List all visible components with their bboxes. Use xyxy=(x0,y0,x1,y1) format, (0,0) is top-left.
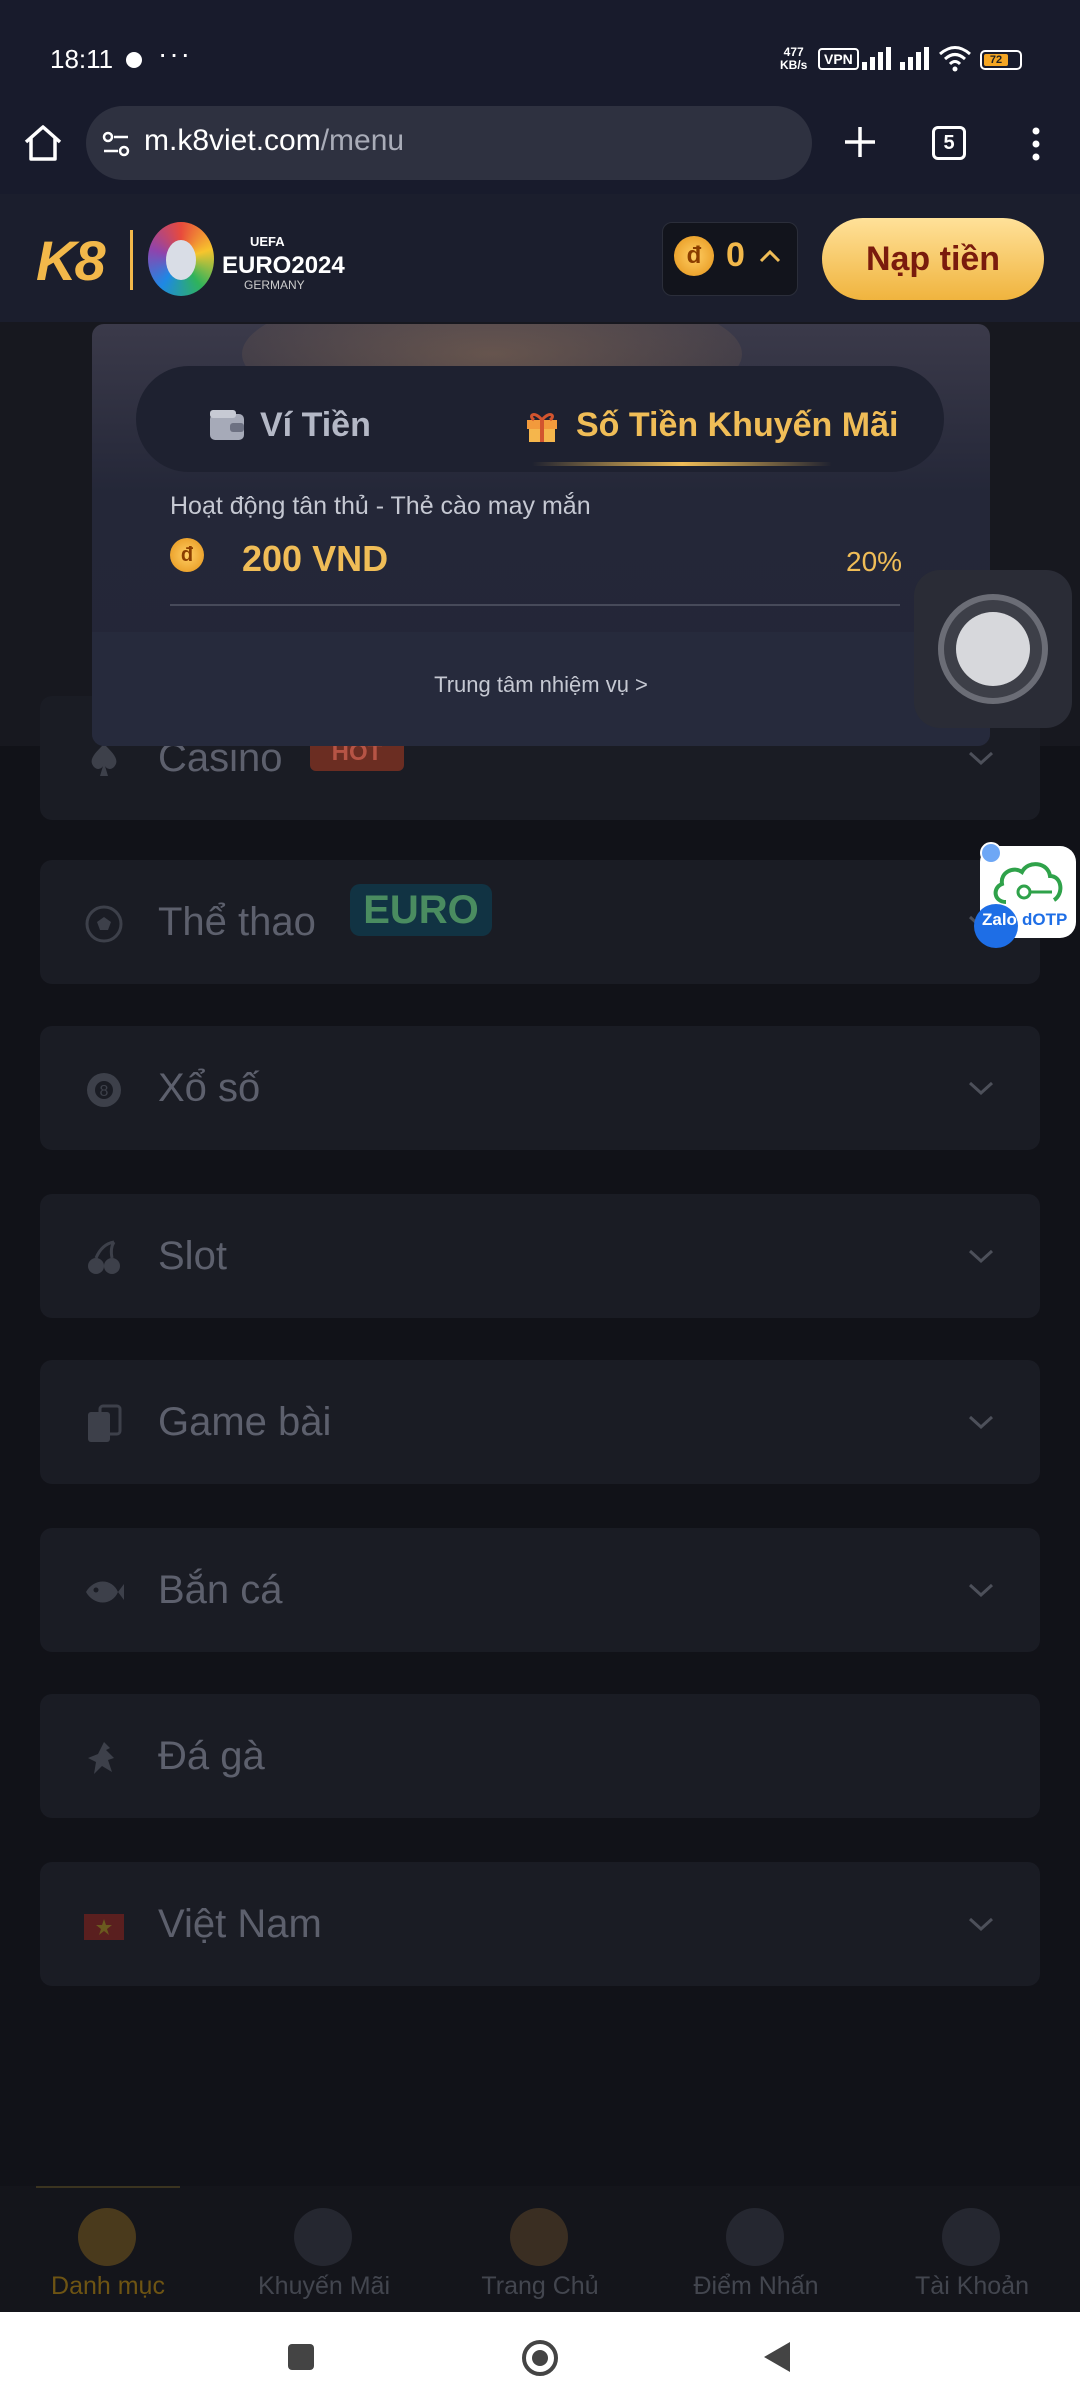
browser-menu-icon[interactable] xyxy=(1024,124,1048,164)
chevron-down-icon xyxy=(968,1583,994,1598)
divider xyxy=(170,604,900,606)
menu-item-label: Việt Nam xyxy=(158,1902,322,1946)
menu-item-ban-ca[interactable]: Bắn cá xyxy=(40,1528,1040,1652)
battery-icon: 72 xyxy=(980,50,1022,70)
chevron-down-icon xyxy=(968,751,994,766)
vpn-icon: VPN xyxy=(818,48,859,70)
home-button-inner xyxy=(532,2350,548,2366)
logo-divider xyxy=(130,230,133,290)
tab-promo-label: Số Tiền Khuyến Mãi xyxy=(576,406,899,444)
euro-subtitle: GERMANY xyxy=(244,278,305,292)
nav-label: Trang Chủ xyxy=(481,2272,599,2300)
popup-tab-bar: Ví Tiền Số Tiền Khuyến Mãi xyxy=(136,366,944,472)
site-settings-icon[interactable] xyxy=(100,128,132,160)
nav-label: Khuyến Mãi xyxy=(257,2272,391,2300)
deposit-button[interactable]: Nạp tiền xyxy=(822,218,1044,300)
promo-amount: 200 VND xyxy=(242,538,389,579)
chevron-down-icon xyxy=(968,1415,994,1430)
tab-wallet-label: Ví Tiền xyxy=(260,406,371,444)
notification-dot-icon xyxy=(126,52,142,68)
chevron-up-icon[interactable] xyxy=(758,248,782,264)
chevron-down-icon xyxy=(968,1249,994,1264)
status-time: 18:11 xyxy=(50,44,114,74)
mascot-icon xyxy=(510,2208,568,2266)
dong-coin-icon: đ xyxy=(170,538,204,572)
balance-value: 0 xyxy=(726,236,745,274)
nav-label: Danh mục xyxy=(51,2272,165,2300)
euro-uefa-text: UEFA xyxy=(250,234,285,249)
battery-level: 72 xyxy=(984,54,1008,66)
euro-badge: EURO xyxy=(350,884,492,936)
fish-icon xyxy=(86,1581,124,1603)
home-icon[interactable] xyxy=(20,120,66,166)
wifi-icon xyxy=(939,46,971,72)
vietnam-flag-icon xyxy=(84,1914,124,1940)
nav-trang-chu[interactable]: Trang Chủ xyxy=(432,2196,648,2312)
shoe-icon xyxy=(78,2208,136,2266)
lottery-ball-icon: 8 xyxy=(87,1073,121,1107)
menu-item-label: Slot xyxy=(158,1234,227,1278)
soccer-ball-icon xyxy=(85,905,123,943)
mission-center-link[interactable]: Trung tâm nhiệm vụ > xyxy=(92,672,990,698)
menu-item-slot[interactable]: Slot xyxy=(40,1194,1040,1318)
active-nav-indicator xyxy=(36,2186,180,2188)
tab-switcher-button[interactable]: 5 xyxy=(932,126,966,160)
euro-title: EURO2024 xyxy=(222,252,345,279)
network-speed: 477 KB/s xyxy=(780,45,808,72)
more-notifications-icon: ··· xyxy=(158,38,192,69)
wallet-icon xyxy=(210,410,244,440)
new-tab-icon[interactable] xyxy=(842,124,878,160)
euro-trophy-icon xyxy=(166,240,196,280)
nav-label: Tài Khoản xyxy=(915,2272,1029,2300)
svg-text:8: 8 xyxy=(100,1083,109,1100)
recent-apps-icon[interactable] xyxy=(288,2344,314,2370)
signal-icon xyxy=(862,47,891,70)
menu-item-label: Đá gà xyxy=(158,1734,265,1778)
nav-label: Điểm Nhấn xyxy=(693,2272,819,2300)
rooster-icon xyxy=(88,1742,114,1774)
menu-item-label: Game bài xyxy=(158,1400,332,1444)
nav-khuyen-mai[interactable]: Khuyến Mãi xyxy=(216,2196,432,2312)
jersey-icon xyxy=(942,2208,1000,2266)
active-tab-indicator xyxy=(532,462,832,466)
menu-item-da-ga[interactable]: Đá gà xyxy=(40,1694,1040,1818)
chevron-down-icon xyxy=(968,1917,994,1932)
menu-item-label: Xổ số xyxy=(158,1066,261,1110)
zalo-label: Zalo xyxy=(982,910,1017,929)
chevron-down-icon xyxy=(968,1081,994,1096)
cherry-icon xyxy=(88,1240,120,1274)
menu-item-game-bai[interactable]: Game bài xyxy=(40,1360,1040,1484)
cloud-key-icon xyxy=(993,862,1063,904)
otp-label: dOTP xyxy=(1022,910,1068,929)
promo-title: Hoạt động tân thủ - Thẻ cào may mắn xyxy=(170,492,591,520)
spade-icon xyxy=(91,744,117,776)
referee-icon xyxy=(726,2208,784,2266)
nav-danh-muc[interactable]: Danh mục xyxy=(0,2196,216,2312)
menu-item-the-thao[interactable]: Thể thao xyxy=(40,860,1040,984)
assistive-touch-dot xyxy=(956,612,1030,686)
dong-coin-icon: đ xyxy=(674,236,714,276)
nav-tai-khoan[interactable]: Tài Khoản xyxy=(864,2196,1080,2312)
menu-item-label: Thể thao xyxy=(158,900,316,944)
url-text[interactable]: m.k8viet.com/menu xyxy=(144,124,404,158)
menu-item-xo-so[interactable]: 8 Xổ số xyxy=(40,1026,1040,1150)
signal-icon xyxy=(900,47,929,70)
nav-diem-nhan[interactable]: Điểm Nhấn xyxy=(648,2196,864,2312)
menu-item-viet-nam[interactable]: Việt Nam xyxy=(40,1862,1040,1986)
menu-item-label: Bắn cá xyxy=(158,1568,283,1612)
whistle-icon xyxy=(294,2208,352,2266)
back-icon[interactable] xyxy=(762,2340,792,2374)
k8-logo[interactable]: K8 xyxy=(36,228,106,293)
balance-popup: Ví Tiền Số Tiền Khuyến Mãi Hoạt động tân… xyxy=(92,324,990,746)
cards-icon xyxy=(88,1404,122,1442)
promo-percent: 20% xyxy=(846,546,903,577)
widget-handle-dot[interactable] xyxy=(980,842,1002,864)
gift-icon xyxy=(527,413,557,442)
